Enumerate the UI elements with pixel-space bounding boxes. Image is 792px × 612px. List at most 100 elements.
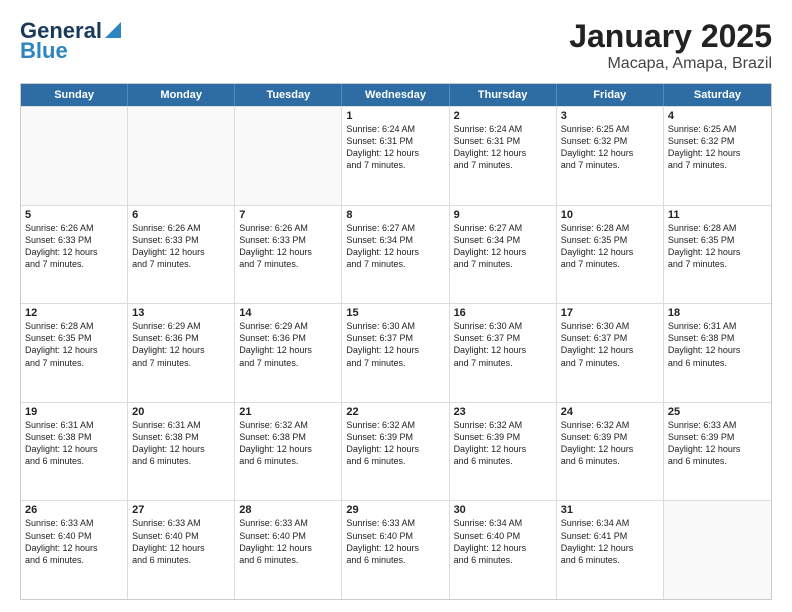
day-number: 1 [346,110,444,122]
day-info: Sunrise: 6:32 AMSunset: 6:39 PMDaylight:… [454,419,552,468]
calendar-body: 1Sunrise: 6:24 AMSunset: 6:31 PMDaylight… [21,106,771,599]
day-info: Sunrise: 6:28 AMSunset: 6:35 PMDaylight:… [25,320,123,369]
calendar-cell-4-6: 24Sunrise: 6:32 AMSunset: 6:39 PMDayligh… [557,403,664,501]
day-number: 19 [25,406,123,418]
calendar-cell-3-6: 17Sunrise: 6:30 AMSunset: 6:37 PMDayligh… [557,304,664,402]
day-info: Sunrise: 6:24 AMSunset: 6:31 PMDaylight:… [454,123,552,172]
day-number: 17 [561,307,659,319]
calendar-cell-2-5: 9Sunrise: 6:27 AMSunset: 6:34 PMDaylight… [450,206,557,304]
day-info: Sunrise: 6:25 AMSunset: 6:32 PMDaylight:… [561,123,659,172]
calendar-cell-5-5: 30Sunrise: 6:34 AMSunset: 6:40 PMDayligh… [450,501,557,599]
day-number: 21 [239,406,337,418]
weekday-thursday: Thursday [450,84,557,106]
day-number: 16 [454,307,552,319]
calendar-cell-5-7 [664,501,771,599]
calendar-cell-5-1: 26Sunrise: 6:33 AMSunset: 6:40 PMDayligh… [21,501,128,599]
calendar-cell-4-1: 19Sunrise: 6:31 AMSunset: 6:38 PMDayligh… [21,403,128,501]
calendar-cell-4-7: 25Sunrise: 6:33 AMSunset: 6:39 PMDayligh… [664,403,771,501]
day-number: 7 [239,209,337,221]
calendar-row-1: 1Sunrise: 6:24 AMSunset: 6:31 PMDaylight… [21,106,771,205]
day-number: 13 [132,307,230,319]
day-info: Sunrise: 6:33 AMSunset: 6:39 PMDaylight:… [668,419,767,468]
logo-blue: Blue [20,40,68,62]
day-info: Sunrise: 6:26 AMSunset: 6:33 PMDaylight:… [132,222,230,271]
day-info: Sunrise: 6:31 AMSunset: 6:38 PMDaylight:… [25,419,123,468]
calendar-cell-4-4: 22Sunrise: 6:32 AMSunset: 6:39 PMDayligh… [342,403,449,501]
calendar-row-3: 12Sunrise: 6:28 AMSunset: 6:35 PMDayligh… [21,303,771,402]
day-number: 23 [454,406,552,418]
day-info: Sunrise: 6:34 AMSunset: 6:41 PMDaylight:… [561,517,659,566]
weekday-wednesday: Wednesday [342,84,449,106]
day-number: 10 [561,209,659,221]
calendar-cell-3-3: 14Sunrise: 6:29 AMSunset: 6:36 PMDayligh… [235,304,342,402]
day-number: 12 [25,307,123,319]
day-info: Sunrise: 6:32 AMSunset: 6:38 PMDaylight:… [239,419,337,468]
calendar-cell-3-7: 18Sunrise: 6:31 AMSunset: 6:38 PMDayligh… [664,304,771,402]
calendar-cell-1-1 [21,107,128,205]
day-info: Sunrise: 6:28 AMSunset: 6:35 PMDaylight:… [561,222,659,271]
calendar-cell-1-6: 3Sunrise: 6:25 AMSunset: 6:32 PMDaylight… [557,107,664,205]
day-number: 4 [668,110,767,122]
calendar: Sunday Monday Tuesday Wednesday Thursday… [20,83,772,600]
page: General Blue January 2025 Macapa, Amapa,… [0,0,792,612]
calendar-cell-1-2 [128,107,235,205]
day-number: 27 [132,504,230,516]
day-info: Sunrise: 6:27 AMSunset: 6:34 PMDaylight:… [346,222,444,271]
logo: General Blue [20,18,121,62]
day-info: Sunrise: 6:30 AMSunset: 6:37 PMDaylight:… [454,320,552,369]
day-info: Sunrise: 6:34 AMSunset: 6:40 PMDaylight:… [454,517,552,566]
calendar-cell-3-1: 12Sunrise: 6:28 AMSunset: 6:35 PMDayligh… [21,304,128,402]
day-number: 8 [346,209,444,221]
calendar-cell-2-1: 5Sunrise: 6:26 AMSunset: 6:33 PMDaylight… [21,206,128,304]
weekday-monday: Monday [128,84,235,106]
day-number: 20 [132,406,230,418]
day-info: Sunrise: 6:30 AMSunset: 6:37 PMDaylight:… [561,320,659,369]
day-info: Sunrise: 6:31 AMSunset: 6:38 PMDaylight:… [132,419,230,468]
day-info: Sunrise: 6:29 AMSunset: 6:36 PMDaylight:… [239,320,337,369]
calendar-cell-1-3 [235,107,342,205]
calendar-row-2: 5 Sunrise: 6:26 AMSunset: 6:33 PMDaylight… [21,205,771,304]
calendar-header: Sunday Monday Tuesday Wednesday Thursday… [21,84,771,106]
day-number: 30 [454,504,552,516]
day-number: 11 [668,209,767,221]
calendar-row-5: 26Sunrise: 6:33 AMSunset: 6:40 PMDayligh… [21,500,771,599]
day-info: Sunrise: 6:25 AMSunset: 6:32 PMDaylight:… [668,123,767,172]
day-info: Sunrise: 6:32 AMSunset: 6:39 PMDaylight:… [561,419,659,468]
weekday-saturday: Saturday [664,84,771,106]
header: General Blue January 2025 Macapa, Amapa,… [20,18,772,73]
title-block: January 2025 Macapa, Amapa, Brazil [569,18,772,73]
calendar-cell-5-4: 29Sunrise: 6:33 AMSunset: 6:40 PMDayligh… [342,501,449,599]
calendar-row-4: 19Sunrise: 6:31 AMSunset: 6:38 PMDayligh… [21,402,771,501]
weekday-tuesday: Tuesday [235,84,342,106]
calendar-cell-1-7: 4Sunrise: 6:25 AMSunset: 6:32 PMDaylight… [664,107,771,205]
weekday-friday: Friday [557,84,664,106]
day-number: 28 [239,504,337,516]
calendar-cell-5-3: 28Sunrise: 6:33 AMSunset: 6:40 PMDayligh… [235,501,342,599]
calendar-cell-2-7: 11Sunrise: 6:28 AMSunset: 6:35 PMDayligh… [664,206,771,304]
day-info: Sunrise: 6:24 AMSunset: 6:31 PMDaylight:… [346,123,444,172]
calendar-cell-2-6: 10Sunrise: 6:28 AMSunset: 6:35 PMDayligh… [557,206,664,304]
calendar-cell-4-3: 21Sunrise: 6:32 AMSunset: 6:38 PMDayligh… [235,403,342,501]
day-info: Sunrise: 6:30 AMSunset: 6:37 PMDaylight:… [346,320,444,369]
day-info: Sunrise: 6:26 AMSunset: 6:33 PMDaylight:… [239,222,337,271]
calendar-cell-2-2: 6Sunrise: 6:26 AMSunset: 6:33 PMDaylight… [128,206,235,304]
day-number: 3 [561,110,659,122]
day-number: 6 [132,209,230,221]
day-number: 18 [668,307,767,319]
day-number: 25 [668,406,767,418]
day-number: 5 [25,209,123,221]
calendar-cell-3-2: 13Sunrise: 6:29 AMSunset: 6:36 PMDayligh… [128,304,235,402]
day-number: 22 [346,406,444,418]
day-info: Sunrise: 6:27 AMSunset: 6:34 PMDaylight:… [454,222,552,271]
calendar-cell-2-4: 8Sunrise: 6:27 AMSunset: 6:34 PMDaylight… [342,206,449,304]
calendar-cell-4-2: 20Sunrise: 6:31 AMSunset: 6:38 PMDayligh… [128,403,235,501]
calendar-cell-3-4: 15Sunrise: 6:30 AMSunset: 6:37 PMDayligh… [342,304,449,402]
day-info: Sunrise: 6:29 AMSunset: 6:36 PMDaylight:… [132,320,230,369]
day-info: Sunrise: 6:33 AMSunset: 6:40 PMDaylight:… [25,517,123,566]
calendar-cell-1-4: 1Sunrise: 6:24 AMSunset: 6:31 PMDaylight… [342,107,449,205]
page-title: January 2025 [569,18,772,55]
day-number: 9 [454,209,552,221]
day-info: Sunrise: 6:33 AMSunset: 6:40 PMDaylight:… [239,517,337,566]
day-number: 29 [346,504,444,516]
day-info: Sunrise: 6:32 AMSunset: 6:39 PMDaylight:… [346,419,444,468]
